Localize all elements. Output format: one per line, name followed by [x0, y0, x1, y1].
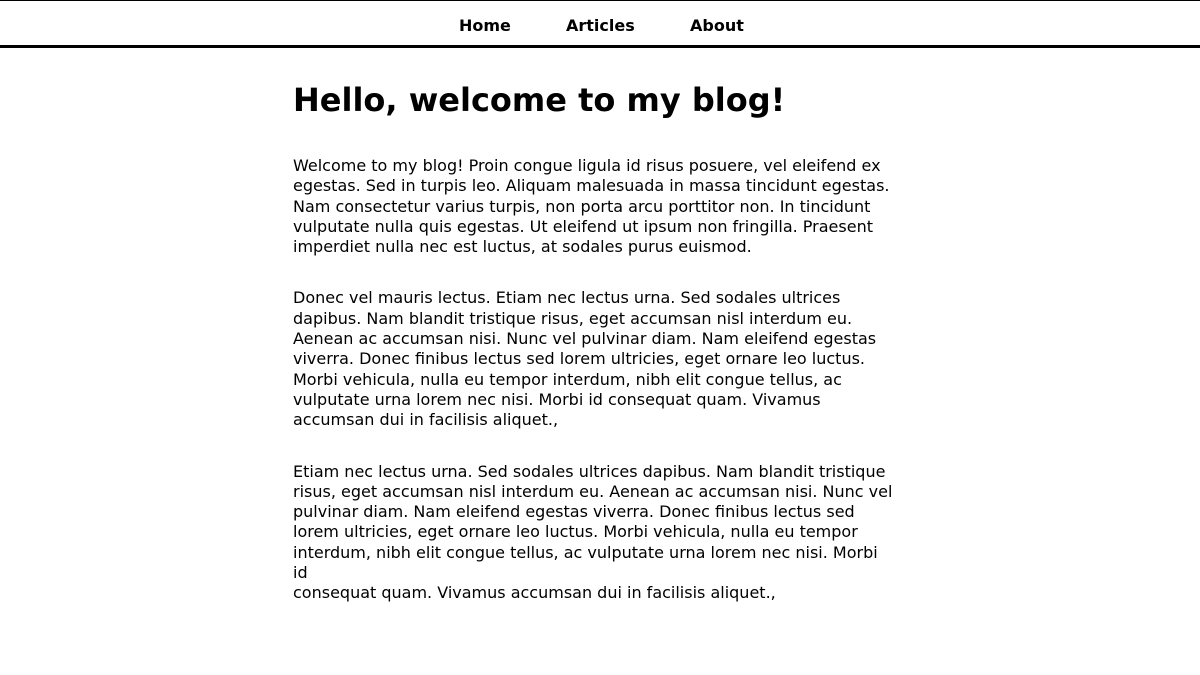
post-paragraph-1: Welcome to my blog! Proin congue ligula …	[293, 156, 890, 257]
post-paragraph-3: Etiam nec lectus urna. Sed sodales ultri…	[293, 461, 893, 603]
nav-link-about[interactable]: About	[690, 16, 744, 36]
blog-content: Hello, welcome to my blog! Welcome to my…	[293, 78, 893, 604]
nav-link-home[interactable]: Home	[459, 16, 511, 36]
top-nav: Home Articles About	[0, 0, 1200, 48]
nav-link-articles[interactable]: Articles	[566, 16, 635, 36]
page-title: Hello, welcome to my blog!	[293, 81, 786, 119]
post-paragraph-2: Donec vel mauris lectus. Etiam nec lectu…	[293, 288, 877, 430]
